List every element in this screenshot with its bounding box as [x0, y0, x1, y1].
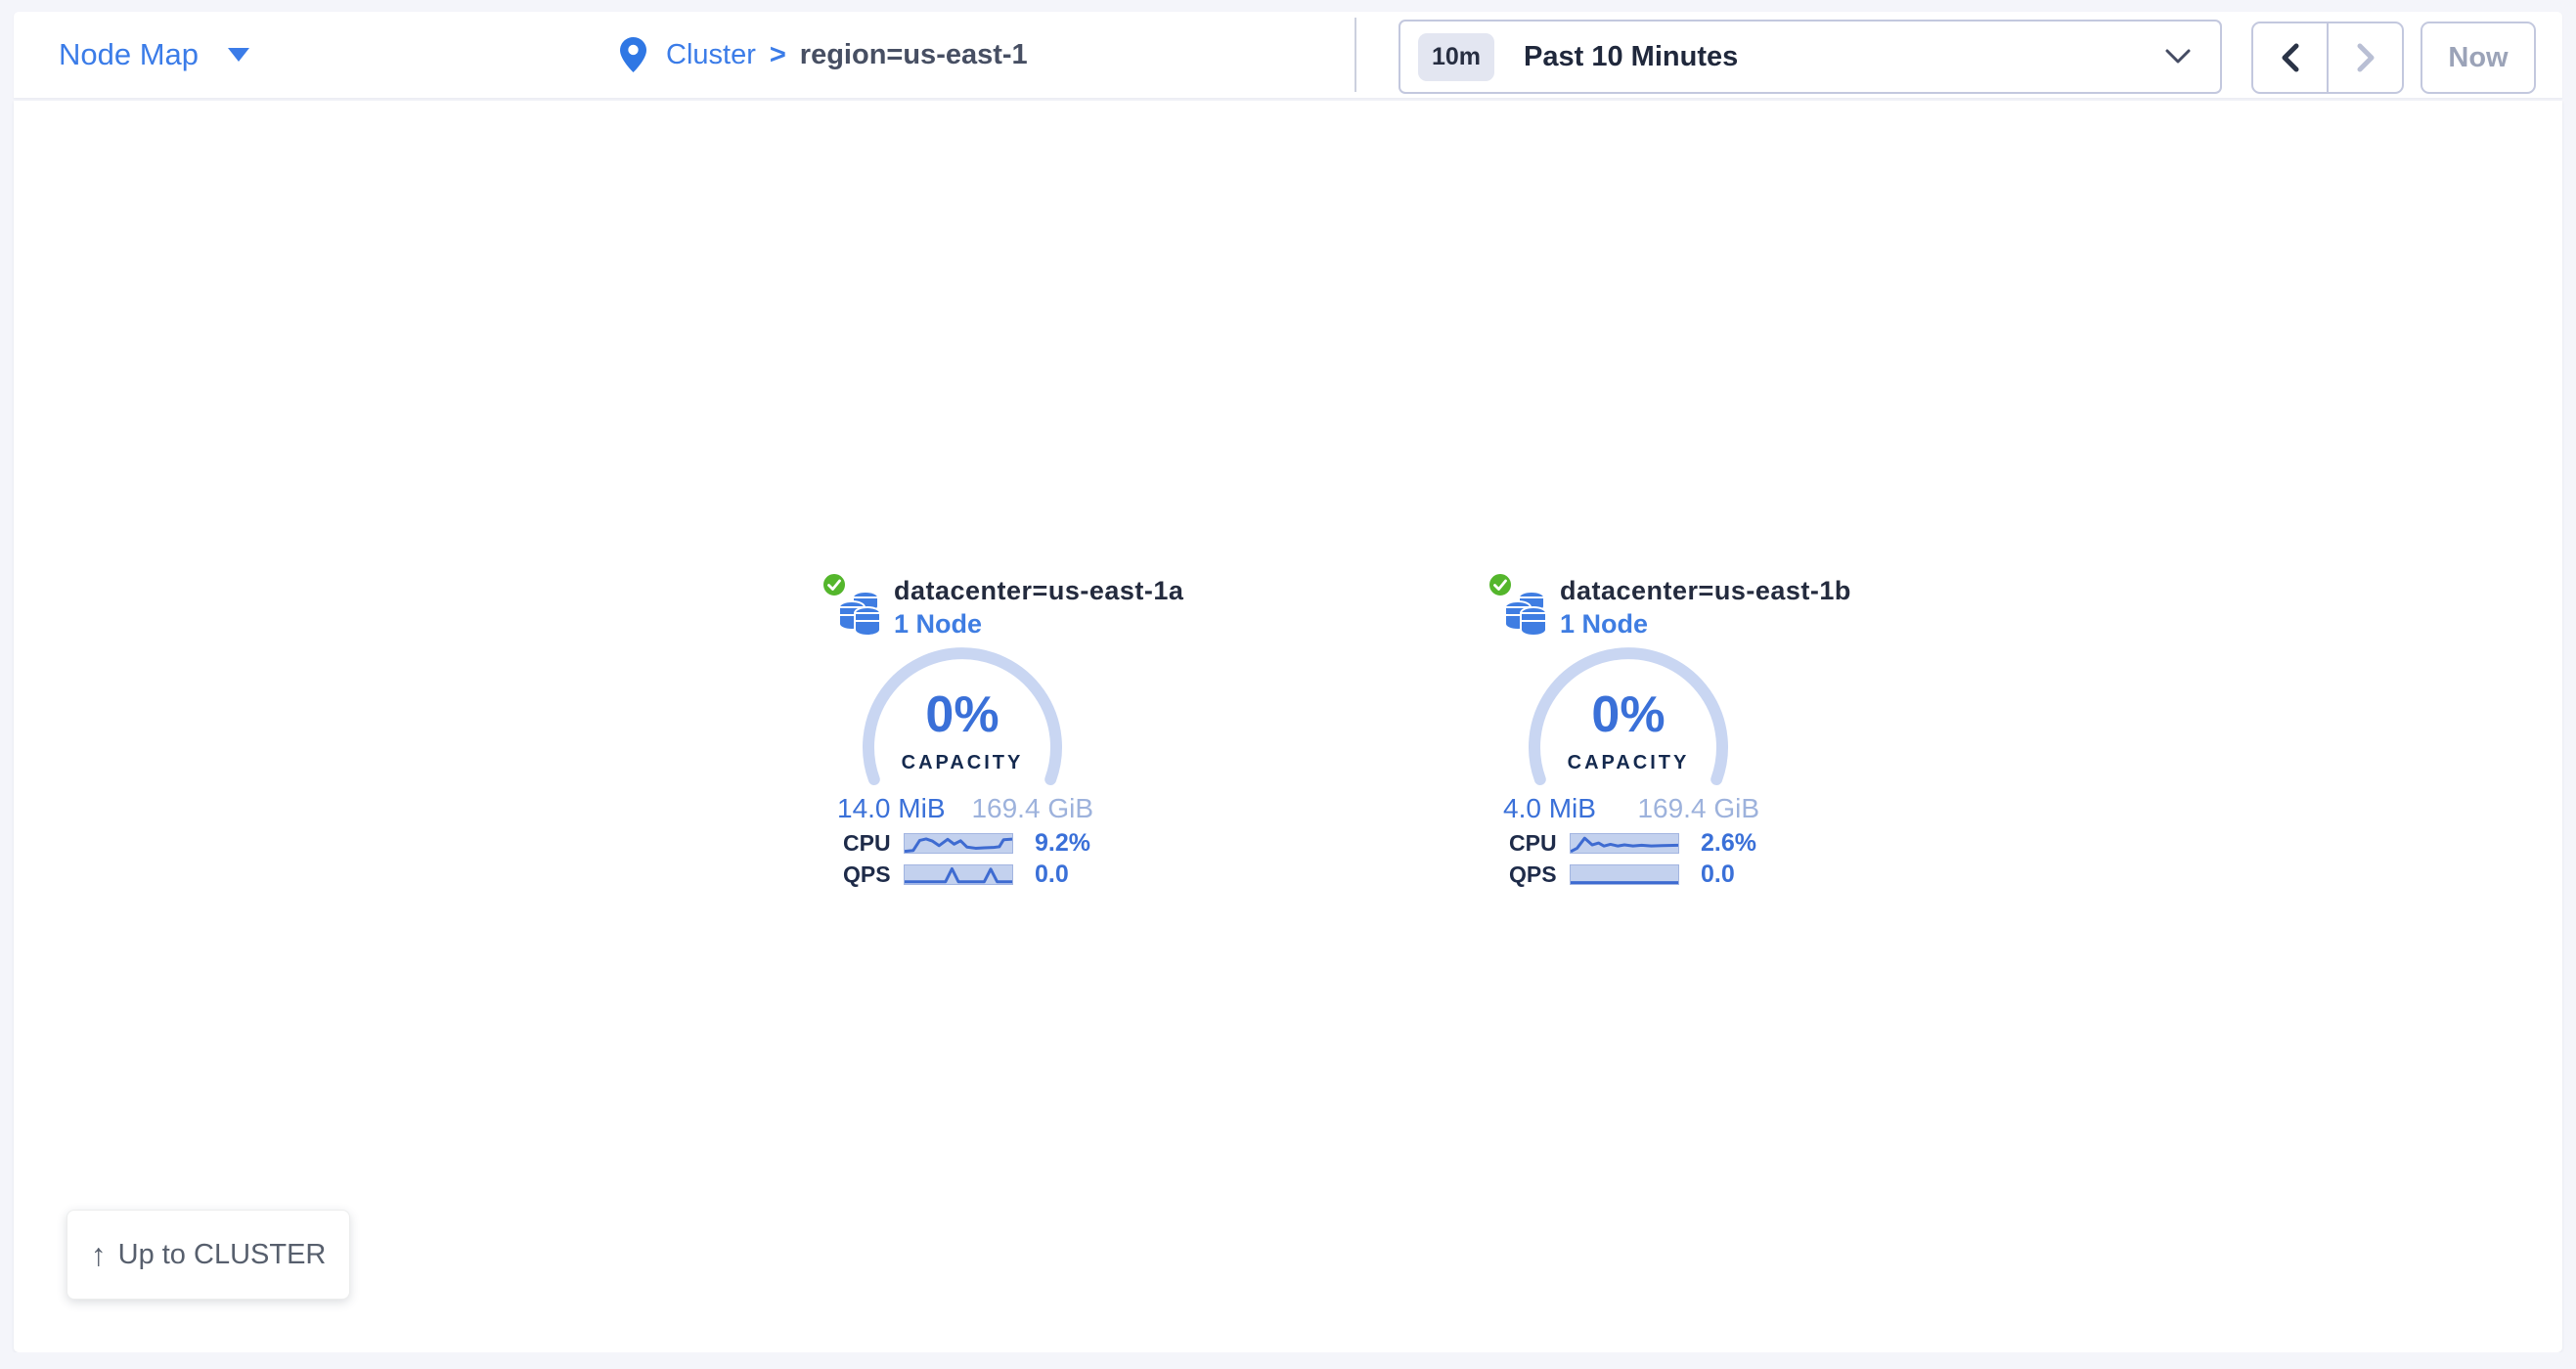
- up-to-cluster-label: Up to CLUSTER: [118, 1239, 327, 1271]
- qps-value: 0.0: [1035, 861, 1069, 889]
- qps-sparkline: [1570, 864, 1679, 885]
- cpu-value: 9.2%: [1035, 829, 1090, 858]
- qps-row: QPS 0.0: [843, 863, 1099, 885]
- view-selector-label: Node Map: [59, 37, 199, 72]
- up-to-cluster-button[interactable]: ↑ Up to CLUSTER: [67, 1210, 350, 1300]
- qps-row: QPS 0.0: [1509, 863, 1765, 885]
- breadcrumb-current: region=us-east-1: [800, 39, 1028, 71]
- capacity-values: 4.0 MiB 169.4 GiB: [1503, 793, 1759, 824]
- location-pin-icon: [620, 37, 646, 72]
- qps-sparkline: [904, 864, 1013, 885]
- cpu-sparkline: [1570, 833, 1679, 854]
- capacity-percent: 0%: [1482, 685, 1775, 744]
- caret-down-icon: [228, 48, 249, 62]
- qps-value: 0.0: [1701, 861, 1735, 889]
- cpu-row: CPU 9.2%: [843, 832, 1099, 854]
- time-range-label: Past 10 Minutes: [1524, 41, 1738, 73]
- database-stack-icon: [835, 586, 886, 641]
- qps-label: QPS: [843, 861, 904, 888]
- time-range-badge: 10m: [1418, 33, 1494, 81]
- capacity-used: 14.0 MiB: [837, 793, 946, 824]
- breadcrumb-separator: >: [770, 39, 786, 71]
- cpu-value: 2.6%: [1701, 829, 1756, 858]
- chevron-down-icon: [2165, 48, 2191, 66]
- time-back-button[interactable]: [2253, 23, 2327, 92]
- page-bottom-margin: [0, 1352, 2576, 1369]
- capacity-label: CAPACITY: [816, 752, 1109, 774]
- now-button[interactable]: Now: [2421, 22, 2536, 94]
- breadcrumb: Cluster > region=us-east-1: [620, 12, 1028, 98]
- time-forward-button[interactable]: [2327, 23, 2402, 92]
- datacenter-card-us-east-1b[interactable]: datacenter=us-east-1b 1 Node 0% CAPACITY…: [1482, 572, 1775, 909]
- view-selector-dropdown[interactable]: Node Map: [59, 12, 249, 98]
- database-stack-icon: [1501, 586, 1552, 641]
- cpu-sparkline: [904, 833, 1013, 854]
- cpu-label: CPU: [843, 830, 904, 857]
- time-nav-group: [2251, 22, 2404, 94]
- datacenter-card-us-east-1a[interactable]: datacenter=us-east-1a 1 Node 0% CAPACITY…: [816, 572, 1109, 909]
- capacity-values: 14.0 MiB 169.4 GiB: [837, 793, 1093, 824]
- capacity-used: 4.0 MiB: [1503, 793, 1596, 824]
- datacenter-node-count: 1 Node: [894, 609, 982, 640]
- time-range-dropdown[interactable]: 10m Past 10 Minutes: [1399, 20, 2222, 94]
- header-bar: Node Map Cluster > region=us-east-1 10m …: [14, 12, 2562, 98]
- node-map-canvas: datacenter=us-east-1a 1 Node 0% CAPACITY…: [14, 101, 2562, 1352]
- datacenter-title: datacenter=us-east-1a: [894, 576, 1183, 606]
- cpu-label: CPU: [1509, 830, 1570, 857]
- up-arrow-icon: ↑: [91, 1237, 107, 1273]
- breadcrumb-cluster-link[interactable]: Cluster: [666, 39, 756, 71]
- capacity-total: 169.4 GiB: [1637, 793, 1759, 824]
- qps-label: QPS: [1509, 861, 1570, 888]
- capacity-total: 169.4 GiB: [971, 793, 1093, 824]
- now-button-label: Now: [2448, 42, 2508, 74]
- datacenter-title: datacenter=us-east-1b: [1560, 576, 1851, 606]
- header-divider: [1355, 18, 1356, 92]
- datacenter-node-count: 1 Node: [1560, 609, 1648, 640]
- capacity-label: CAPACITY: [1482, 752, 1775, 774]
- cpu-row: CPU 2.6%: [1509, 832, 1765, 854]
- capacity-percent: 0%: [816, 685, 1109, 744]
